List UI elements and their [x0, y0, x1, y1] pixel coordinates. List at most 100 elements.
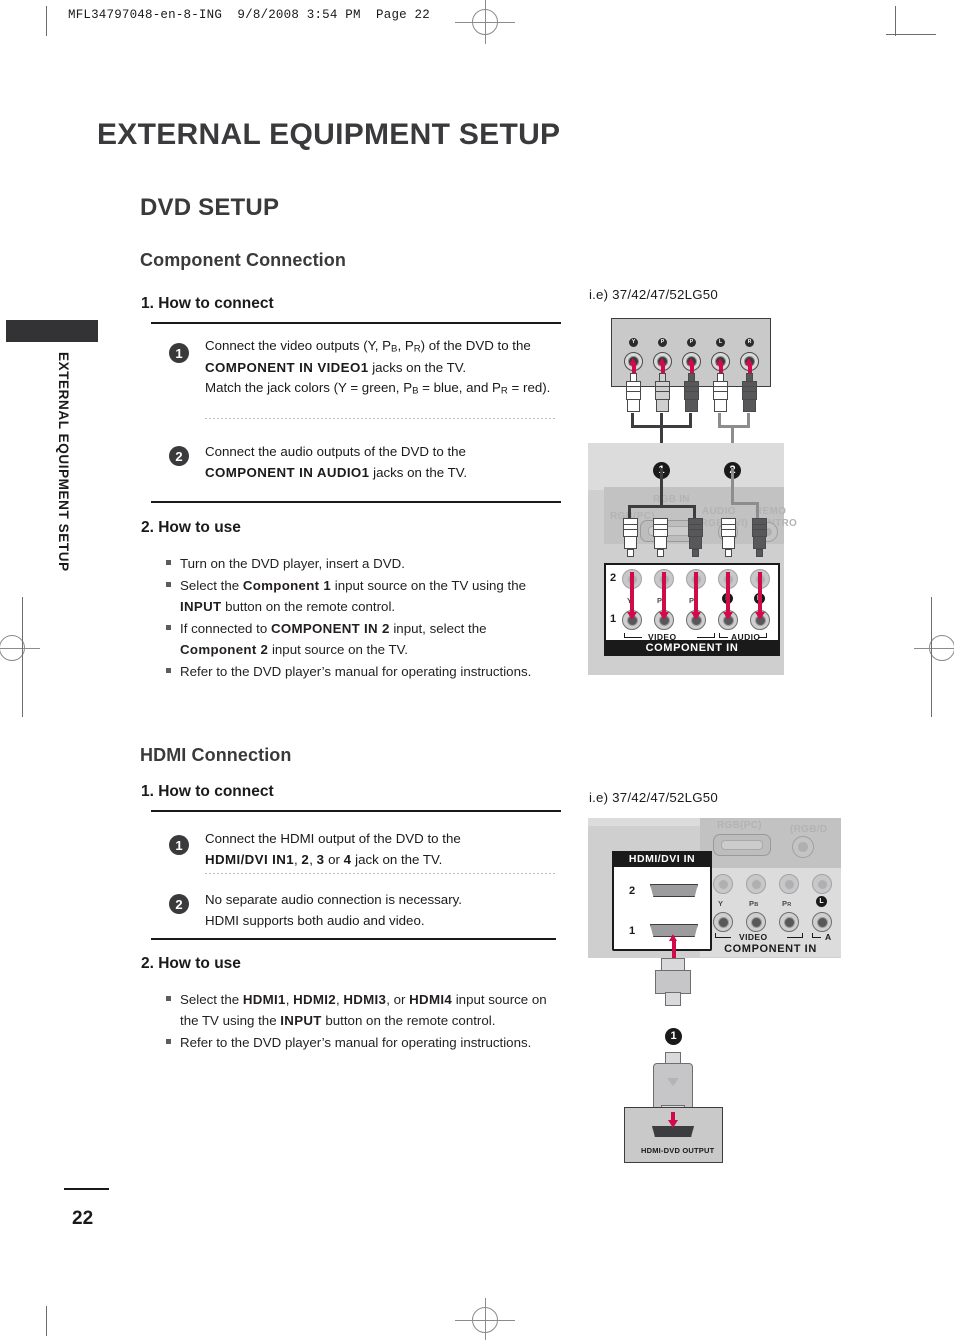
- step1-line1-a: Connect the video outputs (Y, P: [205, 338, 392, 353]
- emphasis-text: HDMI4: [409, 992, 453, 1007]
- divider-bottom-rule: [151, 501, 561, 503]
- component-usage-list: Turn on the DVD player, insert a DVD. Sel…: [165, 553, 555, 683]
- wire-audio-bus: [718, 425, 750, 428]
- hdmi-component-jack-pr-row2: [779, 874, 799, 894]
- step-heading-how-to-use: 2. How to use: [141, 519, 241, 536]
- page-number-rule: [64, 1188, 109, 1190]
- hdmi-component-jack-label-pb: PB: [749, 899, 759, 908]
- component-arrow-y-stem: [630, 572, 634, 614]
- step1-line3-a: Match the jack colors (Y = green, P: [205, 380, 413, 396]
- panel-plug-pb: [653, 518, 668, 558]
- hdmi-panel-vga-port: [713, 834, 771, 856]
- crop-mark-top-right-v: [895, 6, 896, 36]
- hdmi-cable-collar: [655, 970, 691, 994]
- hdmi-usage-list: Select the HDMI1, HDMI2, HDMI3, or HDMI4…: [165, 989, 550, 1054]
- subsection-component-connection: Component Connection: [140, 250, 346, 270]
- list-item: Turn on the DVD player, insert a DVD.: [165, 553, 555, 574]
- dvd-jack-badge-r: R: [745, 338, 754, 347]
- list-item: Refer to the DVD player’s manual for ope…: [165, 1032, 550, 1053]
- section-title: DVD SETUP: [140, 194, 280, 221]
- figure2-model-label: i.e) 37/42/47/52LG50: [589, 790, 718, 805]
- hdmi-component-jack-l-row2: [812, 874, 832, 894]
- dvd-jack-badge-pr: P: [687, 338, 696, 347]
- panel-plug-pr: [688, 518, 703, 558]
- list-item: Select the Component 1 input source on t…: [165, 575, 555, 617]
- list-item: If connected to COMPONENT IN 2 input, se…: [165, 618, 555, 660]
- hdmi-divider-dotted: [205, 873, 555, 874]
- video-group-brace-left: [624, 633, 642, 638]
- emphasis-text: HDMI1: [242, 992, 286, 1007]
- hdmi-cable-neck-mid: [665, 992, 681, 1006]
- hdmi-step1-paragraph: Connect the HDMI output of the DVD to th…: [205, 829, 565, 870]
- component-arrow-l-stem: [726, 572, 730, 614]
- crop-mark-right: [931, 597, 932, 717]
- step1-line1-b: , P: [397, 338, 414, 353]
- body-text: ,: [309, 851, 317, 867]
- body-text: Turn on the DVD player, insert a DVD.: [180, 556, 405, 571]
- component-row-label-2: 2: [610, 572, 617, 584]
- wire-audio-into-panel: [731, 468, 734, 505]
- body-text: or: [324, 851, 344, 867]
- panel-plug-audio-l: [721, 518, 736, 558]
- dvd-hdmi-output-label: HDMI-DVD OUTPUT: [641, 1146, 715, 1155]
- hdmi-panel-audio-port: [792, 836, 814, 858]
- component-arrow-pr-stem: [694, 572, 698, 614]
- registration-mark-right: [914, 626, 954, 670]
- hdmi-component-jack-r-row1: [812, 912, 832, 932]
- hdmi-component-jack-pb-row1: [746, 912, 766, 932]
- hdmi-port-label-2: 2: [629, 885, 636, 897]
- sidebar-chapter-label: EXTERNAL EQUIPMENT SETUP: [56, 352, 71, 572]
- body-text: input source on the TV.: [268, 642, 408, 657]
- hdmi-step2-paragraph: No separate audio connection is necessar…: [205, 890, 565, 931]
- panel-label-audio: AUDIO: [702, 506, 736, 517]
- dvd-jack-badge-y: Y: [629, 338, 638, 347]
- body-text: button on the remote control.: [321, 1013, 496, 1028]
- emphasis-text: Component 2: [180, 642, 269, 657]
- hdmi-step2-line2: HDMI supports both audio and video.: [205, 912, 425, 928]
- component-row-label-1: 1: [610, 613, 617, 625]
- step1-line1-c: ) of the DVD to the: [420, 338, 531, 353]
- step1-line3-sub-r: R: [500, 385, 508, 397]
- hdmi-step1-line1: Connect the HDMI output of the DVD to th…: [205, 831, 461, 846]
- document-page: MFL34797048-en-8-ING 9/8/2008 3:54 PM Pa…: [0, 0, 954, 1340]
- panel-label-remote-1: REMO: [755, 506, 787, 517]
- hdmi-callout-number-2: 2: [169, 894, 189, 914]
- film-header-text: MFL34797048-en-8-ING 9/8/2008 3:54 PM Pa…: [68, 8, 430, 22]
- hdmi-dvi-in-title: HDMI/DVI IN: [612, 851, 712, 867]
- figure2-callout-1: 1: [665, 1028, 682, 1045]
- step1-paragraph: Connect the video outputs (Y, PB, PR) of…: [205, 336, 565, 400]
- subsection-hdmi-connection: HDMI Connection: [140, 745, 292, 765]
- hdmi-panel-label-rgb-dvi: (RGB/D: [790, 824, 828, 835]
- step2-line2-rest: jacks on the TV.: [369, 464, 468, 480]
- hdmi-step2-line1: No separate audio connection is necessar…: [205, 892, 462, 907]
- page-title: EXTERNAL EQUIPMENT SETUP: [97, 118, 561, 151]
- body-text: If connected to: [180, 621, 271, 636]
- component-arrow-y-icon: [627, 612, 637, 620]
- component-in-title: COMPONENT IN: [604, 640, 780, 656]
- body-text: jack on the TV.: [351, 851, 443, 867]
- figure1-model-label: i.e) 37/42/47/52LG50: [589, 287, 718, 302]
- body-text: Select the: [180, 578, 243, 593]
- dvd-jack-badge-pb: P: [658, 338, 667, 347]
- rca-plug-blue: [655, 373, 670, 413]
- registration-mark-left: [0, 626, 40, 670]
- rca-plug-green: [626, 373, 641, 413]
- component-arrow-r-stem: [758, 572, 762, 614]
- list-item: Select the HDMI1, HDMI2, HDMI3, or HDMI4…: [165, 989, 550, 1031]
- emphasis-text: INPUT: [280, 1013, 322, 1028]
- hdmi-port-label-1: 1: [629, 925, 636, 937]
- rca-plug-audio-r: [742, 373, 757, 413]
- hdmi-step-heading-how-to-use: 2. How to use: [141, 955, 241, 972]
- dvd-jack-badge-l: L: [716, 338, 725, 347]
- divider-top-rule: [151, 322, 561, 324]
- hdmi-component-jack-y-row1: [713, 912, 733, 932]
- step2-line1: Connect the audio outputs of the DVD to …: [205, 444, 466, 459]
- step-heading-how-to-connect: 1. How to connect: [141, 295, 274, 312]
- body-text: ,: [285, 992, 294, 1007]
- registration-mark-bottom: [455, 1298, 515, 1340]
- divider-dotted-1: [205, 418, 555, 419]
- step1-bold-component-in-video1: COMPONENT IN VIDEO1: [205, 359, 369, 375]
- hdmi-component-in-title: COMPONENT IN: [700, 941, 841, 957]
- sidebar-tab-marker: [6, 320, 98, 342]
- hdmi-video-brace-left: [715, 933, 731, 938]
